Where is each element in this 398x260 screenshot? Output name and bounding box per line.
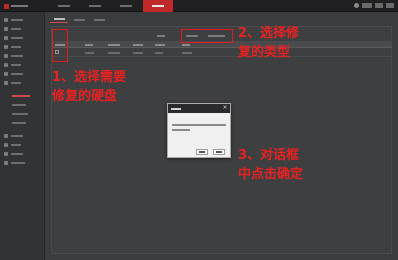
sidebar-item-2[interactable] [0, 25, 45, 33]
top-tab-2[interactable] [80, 0, 110, 12]
logout-button[interactable] [386, 3, 394, 8]
table-cell [133, 51, 143, 54]
column-header [133, 43, 143, 46]
confirm-dialog: × [167, 103, 231, 158]
menu-icon [4, 134, 8, 138]
tab-2[interactable] [70, 16, 88, 23]
column-header [85, 43, 93, 46]
dialog-title [171, 107, 181, 110]
repair-type-highlight [181, 29, 233, 43]
menu-icon [4, 45, 8, 49]
sidebar-item-5[interactable] [0, 52, 45, 60]
menu-icon [4, 152, 8, 156]
column-header [108, 43, 120, 46]
top-tab-3[interactable] [111, 0, 141, 12]
tab-3[interactable] [90, 16, 108, 23]
sidebar-item-12[interactable] [0, 159, 45, 167]
sidebar-item-4[interactable] [0, 43, 45, 51]
sidebar-item-9[interactable] [0, 132, 45, 140]
user-name[interactable] [362, 3, 372, 8]
cancel-button[interactable] [213, 149, 225, 155]
table-cell [85, 51, 94, 54]
sidebar-item-10[interactable] [0, 141, 45, 149]
dialog-title-bar: × [168, 104, 230, 113]
sidebar-subitem-4[interactable] [0, 119, 45, 127]
disk-selection-highlight [52, 29, 68, 62]
brand-logo-text [11, 5, 28, 7]
top-navigation-bar [0, 0, 398, 12]
confirm-button[interactable] [196, 149, 208, 155]
sidebar-subitem-3[interactable] [0, 110, 45, 118]
dialog-message-line2 [172, 129, 190, 131]
column-header [182, 43, 190, 46]
menu-icon [4, 72, 8, 76]
sidebar-item-11[interactable] [0, 150, 45, 158]
tab-disk-repair[interactable] [50, 16, 68, 23]
table-cell [182, 51, 192, 54]
option-button-1[interactable] [154, 33, 168, 39]
sidebar-subitem-2[interactable] [0, 101, 45, 109]
table-cell [155, 51, 163, 54]
menu-icon [4, 36, 8, 40]
top-tab-1[interactable] [49, 0, 79, 12]
menu-icon [4, 143, 8, 147]
sidebar-item-1[interactable] [0, 16, 45, 24]
close-icon[interactable]: × [222, 105, 228, 111]
sidebar [0, 12, 45, 260]
column-header [155, 43, 165, 46]
menu-icon [4, 81, 8, 85]
language-switch[interactable] [375, 3, 383, 8]
annotation-step3: 3、对话框 中点击确定 [238, 148, 304, 182]
user-icon[interactable] [354, 3, 359, 8]
sidebar-item-disk-repair[interactable] [0, 92, 45, 100]
sidebar-item-3[interactable] [0, 34, 45, 42]
menu-icon [4, 27, 8, 31]
top-right-tools [354, 3, 394, 8]
sidebar-item-6[interactable] [0, 61, 45, 69]
annotation-step2: 2、选择修 复的类型 [238, 26, 300, 60]
sidebar-item-8[interactable] [0, 79, 45, 87]
menu-icon [4, 161, 8, 165]
table-row[interactable] [52, 48, 392, 57]
brand-logo-icon [4, 3, 9, 9]
table-cell [108, 51, 120, 54]
menu-icon [4, 63, 8, 67]
annotation-step1: 1、选择需要 修复的硬盘 [52, 70, 127, 104]
brand-logo [4, 3, 28, 9]
top-tab-maintenance[interactable] [143, 0, 173, 12]
dialog-message [172, 124, 226, 126]
menu-icon [4, 54, 8, 58]
menu-icon [4, 18, 8, 22]
sidebar-item-7[interactable] [0, 70, 45, 78]
